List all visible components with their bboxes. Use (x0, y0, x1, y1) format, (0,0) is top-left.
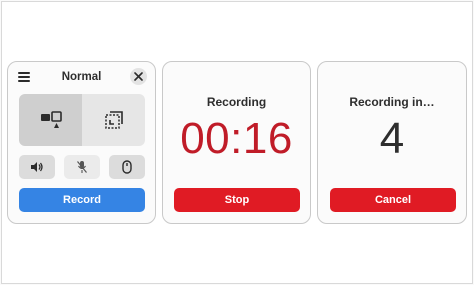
cancel-button[interactable]: Cancel (330, 188, 456, 212)
panel-header: Normal (8, 62, 155, 92)
recording-timer: 00:16 (180, 114, 293, 163)
selection-capture-option[interactable] (82, 94, 145, 146)
capture-mode-selector (19, 94, 145, 146)
countdown-number: 4 (379, 114, 405, 163)
pointer-icon (122, 160, 132, 174)
capture-toggles (19, 155, 145, 179)
recorder-panel-countdown: Recording in… 4 Cancel (317, 61, 467, 224)
audio-icon (31, 162, 43, 172)
record-button[interactable]: Record (19, 188, 145, 212)
microphone-toggle[interactable] (64, 155, 100, 179)
screen-capture-icon (40, 111, 62, 128)
selection-capture-icon (104, 111, 123, 129)
recording-title: Recording (206, 95, 267, 109)
stop-button[interactable]: Stop (174, 188, 300, 212)
screen-capture-option[interactable] (19, 94, 82, 146)
pointer-toggle[interactable] (109, 155, 145, 179)
countdown-title: Recording in… (349, 95, 435, 109)
microphone-muted-icon (77, 161, 87, 173)
recorder-panel-normal: Normal Record (7, 61, 156, 224)
recorder-panel-recording: Recording 00:16 Stop (162, 61, 311, 224)
close-button[interactable] (130, 68, 147, 85)
close-icon (134, 72, 143, 81)
audio-toggle[interactable] (19, 155, 55, 179)
